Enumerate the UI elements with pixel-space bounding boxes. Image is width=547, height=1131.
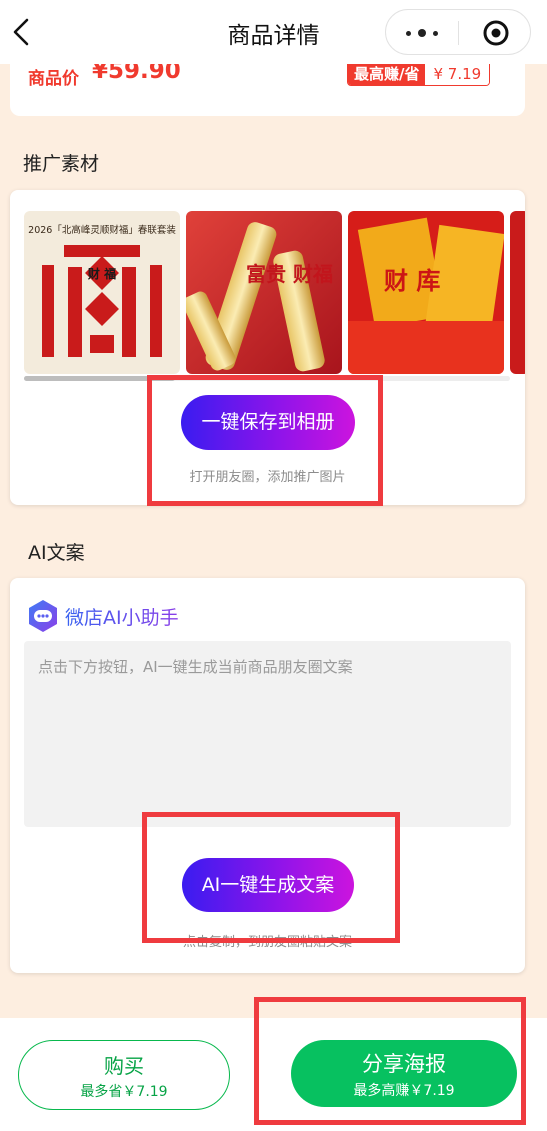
- more-dots-icon: [433, 31, 438, 36]
- image-scrollbar[interactable]: [24, 376, 510, 381]
- image-scrollbar-thumb[interactable]: [24, 376, 175, 381]
- share-poster-button[interactable]: 分享海报 最多高赚￥7.19: [291, 1040, 517, 1107]
- ai-generate-button[interactable]: AI一键生成文案: [182, 858, 354, 912]
- ai-copy-card: 微店AI小助手 点击下方按钮，AI一键生成当前商品朋友圈文案 AI一键生成文案 …: [10, 578, 525, 973]
- ai-copy-hint: 点击复制，到朋友圈粘贴文案: [182, 935, 352, 950]
- more-dots-icon: [418, 29, 426, 37]
- buy-button-sub: 最多省￥7.19: [80, 1084, 168, 1100]
- share-button-label: 分享海报: [362, 1052, 446, 1076]
- close-button[interactable]: [482, 19, 510, 47]
- material-image-4-partial[interactable]: [510, 211, 525, 374]
- max-earn-value: ¥ 7.19: [425, 61, 490, 85]
- material-caption: 2026「北高峰灵顺财福」春联套装: [28, 224, 176, 236]
- ai-copy-textarea[interactable]: 点击下方按钮，AI一键生成当前商品朋友圈文案: [24, 641, 511, 827]
- price-label: 商品价: [28, 69, 79, 89]
- materials-card: 2026「北高峰灵顺财福」春联套装 财 福 富贵 财福 财 库 一键保存到相册 …: [10, 190, 525, 505]
- ai-assistant-name: 微店AI小助手: [65, 603, 179, 630]
- bottom-action-bar: 购买 最多省￥7.19 分享海报 最多高赚￥7.19: [0, 1018, 547, 1131]
- ai-assistant-logo-icon: [29, 600, 57, 632]
- ai-copy-placeholder: 点击下方按钮，AI一键生成当前商品朋友圈文案: [38, 658, 353, 676]
- save-to-album-button[interactable]: 一键保存到相册: [181, 395, 355, 450]
- capsule-divider: [458, 21, 459, 45]
- material-image-text: 富贵 财福: [246, 262, 333, 286]
- material-image-3[interactable]: 财 库: [348, 211, 504, 374]
- save-hint: 打开朋友圈，添加推广图片: [189, 470, 346, 485]
- ai-section-title: AI文案: [28, 542, 85, 564]
- share-button-sub: 最多高赚￥7.19: [353, 1083, 455, 1099]
- max-earn-label: 最高赚/省: [348, 61, 426, 85]
- materials-section-title: 推广素材: [23, 153, 100, 175]
- material-image-text: 财 库: [384, 266, 440, 295]
- nav-bar: 商品详情: [0, 0, 547, 64]
- more-button[interactable]: [403, 18, 443, 48]
- buy-button-label: 购买: [104, 1054, 144, 1078]
- more-dots-icon: [406, 31, 411, 36]
- ai-assistant-header: 微店AI小助手: [26, 598, 179, 634]
- mini-program-capsule: [385, 9, 531, 55]
- target-close-icon: [483, 20, 509, 46]
- buy-button[interactable]: 购买 最多省￥7.19: [18, 1040, 230, 1110]
- material-image-text: 财 福: [87, 266, 116, 281]
- material-image-1[interactable]: 2026「北高峰灵顺财福」春联套装 财 福: [24, 211, 180, 374]
- material-image-2[interactable]: 富贵 财福: [186, 211, 342, 374]
